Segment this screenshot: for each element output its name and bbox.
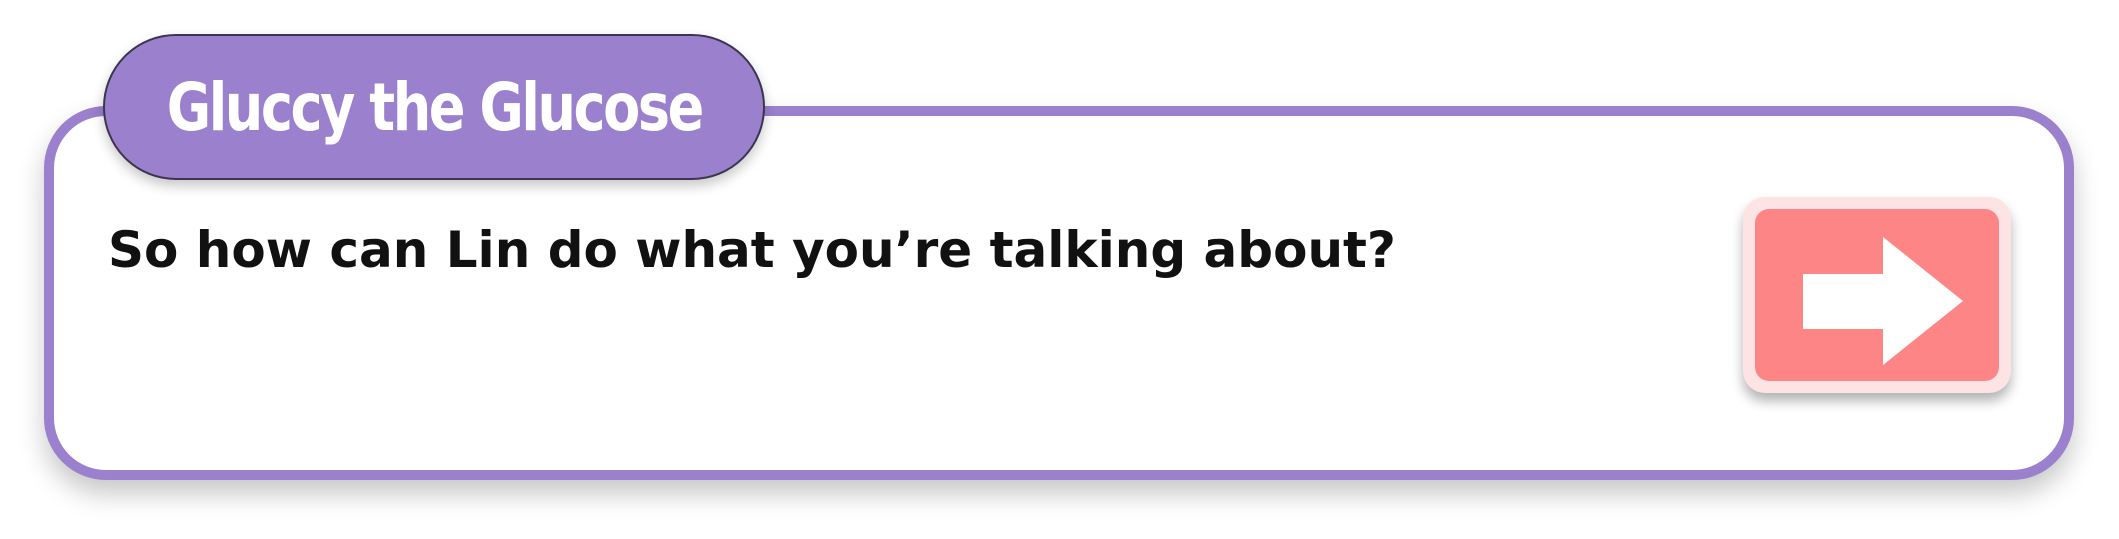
speaker-name: Gluccy the Glucose <box>166 68 704 146</box>
dialog-text: So how can Lin do what you’re talking ab… <box>108 221 1396 279</box>
next-button[interactable] <box>1743 197 2011 393</box>
dialog-scene: Gluccy the Glucose So how can Lin do wha… <box>0 0 2119 539</box>
arrow-right-icon <box>1803 237 1963 365</box>
speaker-name-tag: Gluccy the Glucose <box>103 34 765 180</box>
next-button-face[interactable] <box>1755 209 1999 381</box>
